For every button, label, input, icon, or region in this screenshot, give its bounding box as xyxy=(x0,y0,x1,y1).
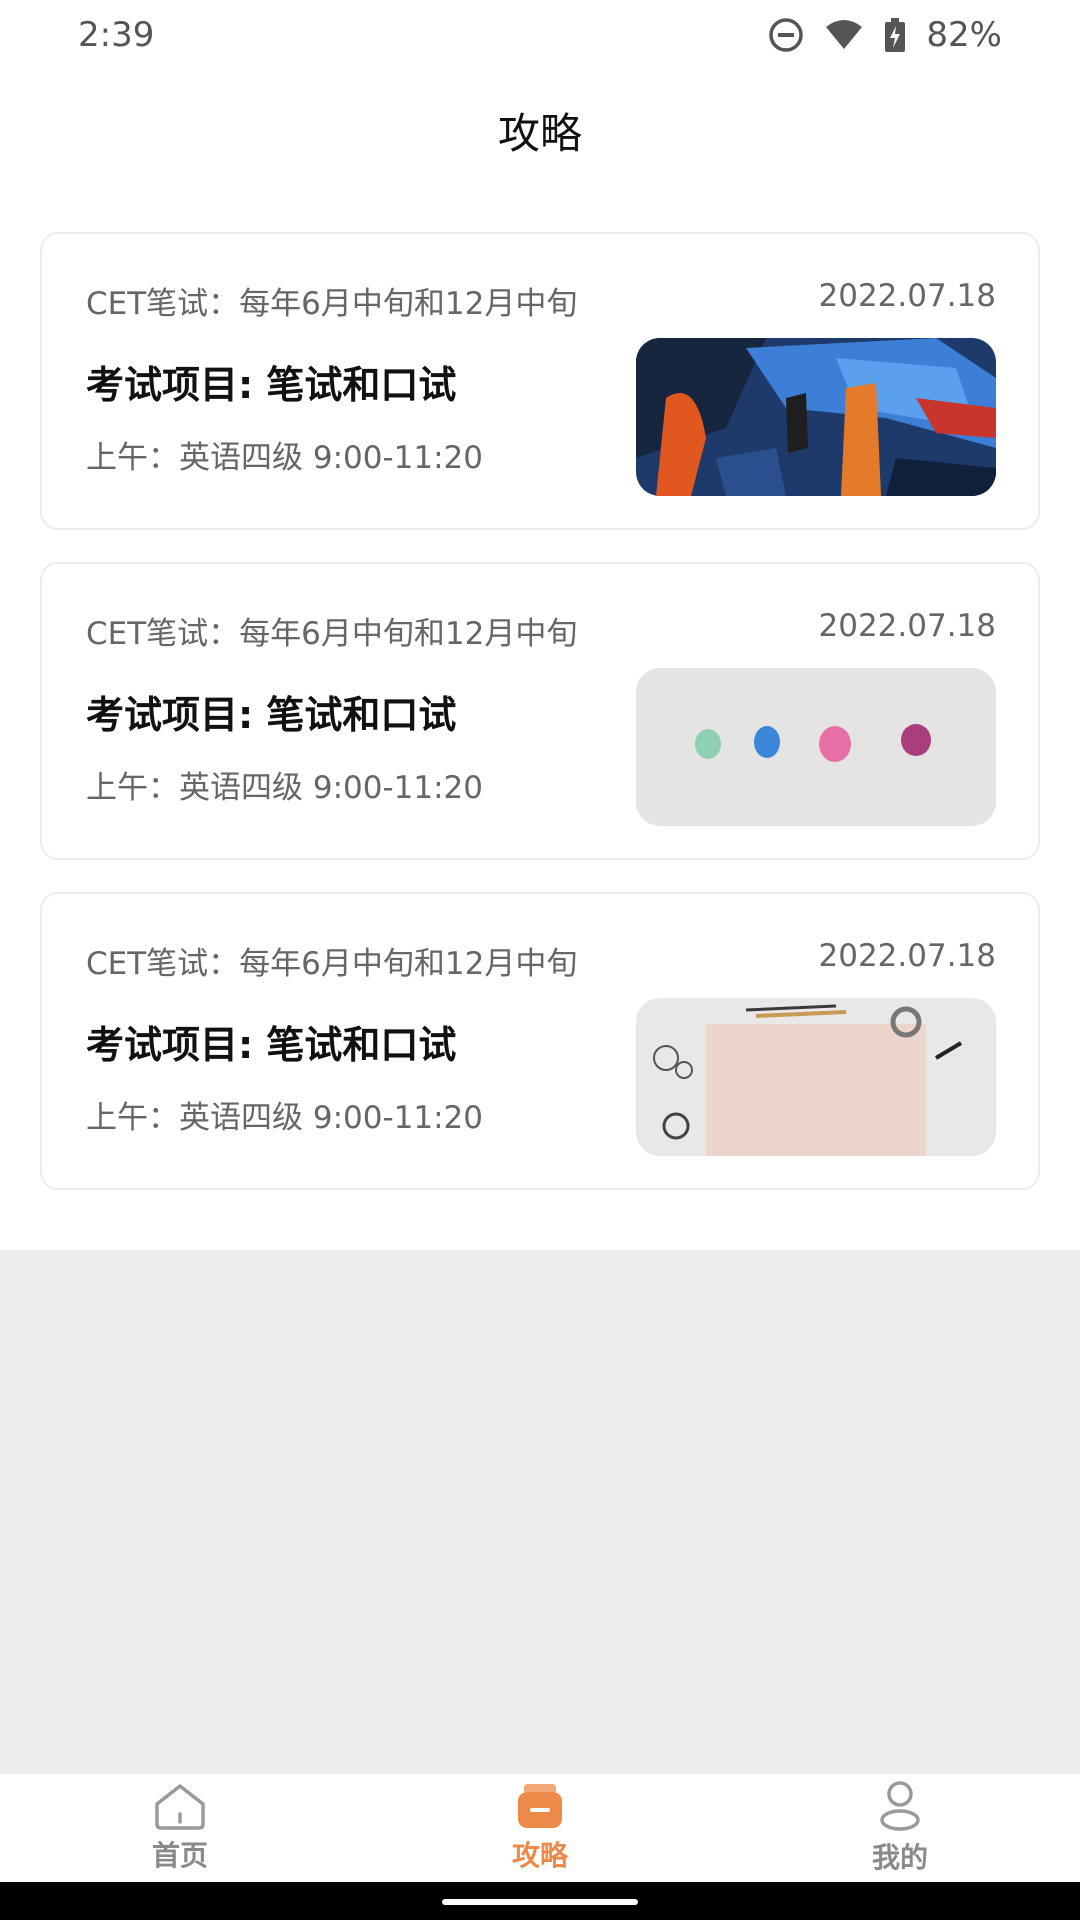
tab-profile-label: 我的 xyxy=(871,1841,928,1874)
guide-card[interactable]: CET笔试：每年6月中旬和12月中旬 2022.07.18 考试项目: 笔试和口… xyxy=(40,232,1040,530)
card-schedule: CET笔试：每年6月中旬和12月中旬 xyxy=(86,946,578,982)
page-title: 攻略 xyxy=(497,109,582,158)
tab-guide[interactable]: 攻略 xyxy=(360,1774,720,1882)
user-icon xyxy=(880,1781,920,1831)
card-title: 考试项目: 笔试和口试 xyxy=(86,363,457,407)
system-navigation-bar xyxy=(0,1882,1080,1920)
card-date: 2022.07.18 xyxy=(818,278,997,314)
status-bar: 2:39 82% xyxy=(0,0,1080,70)
empty-area xyxy=(0,1250,1080,1774)
card-schedule: CET笔试：每年6月中旬和12月中旬 xyxy=(86,616,578,652)
card-title: 考试项目: 笔试和口试 xyxy=(86,693,457,737)
card-date: 2022.07.18 xyxy=(818,938,997,974)
card-subtitle: 上午：英语四级 9:00-11:20 xyxy=(86,770,483,806)
tab-home-label: 首页 xyxy=(151,1839,208,1872)
do-not-disturb-icon xyxy=(768,17,804,53)
status-time: 2:39 xyxy=(78,15,155,55)
card-schedule: CET笔试：每年6月中旬和12月中旬 xyxy=(86,286,578,322)
bottom-tab-bar: 首页 攻略 我的 xyxy=(0,1774,1080,1882)
tab-guide-label: 攻略 xyxy=(511,1839,568,1872)
home-icon xyxy=(155,1784,205,1830)
tab-profile[interactable]: 我的 xyxy=(720,1774,1080,1882)
guide-icon xyxy=(518,1784,562,1828)
guide-card[interactable]: CET笔试：每年6月中旬和12月中旬 2022.07.18 考试项目: 笔试和口… xyxy=(40,892,1040,1190)
card-list: CET笔试：每年6月中旬和12月中旬 2022.07.18 考试项目: 笔试和口… xyxy=(0,232,1080,1222)
card-thumbnail-paint-dots xyxy=(636,668,996,826)
card-title: 考试项目: 笔试和口试 xyxy=(86,1023,457,1067)
card-thumbnail-abstract-painting xyxy=(636,338,996,496)
status-icons: 82% xyxy=(768,15,1002,55)
battery-charging-icon xyxy=(884,18,906,52)
wifi-icon xyxy=(824,19,864,51)
card-subtitle: 上午：英语四级 9:00-11:20 xyxy=(86,1100,483,1136)
battery-percent: 82% xyxy=(926,15,1002,55)
card-thumbnail-paper-on-desk xyxy=(636,998,996,1156)
card-subtitle: 上午：英语四级 9:00-11:20 xyxy=(86,440,483,476)
card-date: 2022.07.18 xyxy=(818,608,997,644)
home-gesture-handle[interactable] xyxy=(442,1899,638,1905)
guide-card[interactable]: CET笔试：每年6月中旬和12月中旬 2022.07.18 考试项目: 笔试和口… xyxy=(40,562,1040,860)
tab-home[interactable]: 首页 xyxy=(0,1774,360,1882)
